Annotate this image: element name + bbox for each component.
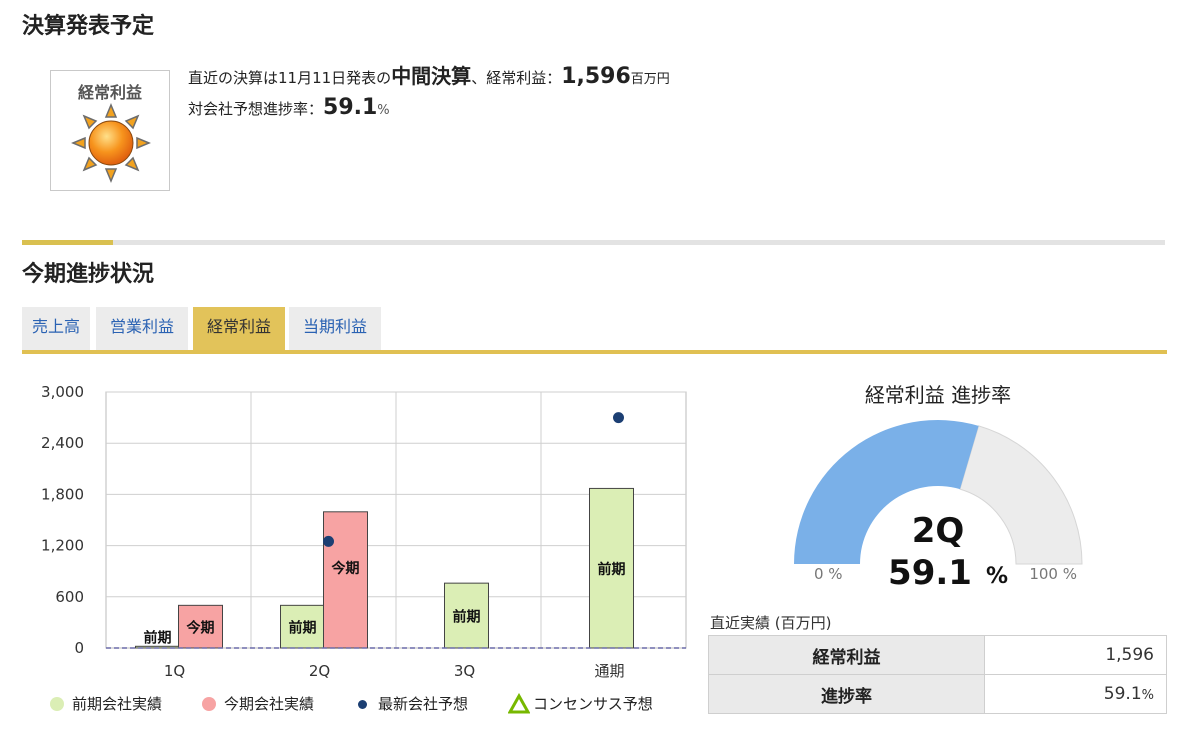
- summary-mid: 、経常利益：: [471, 69, 562, 87]
- summary-prefix: 直近の決算は11月11日発表の: [188, 69, 392, 87]
- gauge-max-label: 100 %: [1029, 565, 1077, 583]
- recent-results-table: 経常利益 1,596 進捗率 59.1%: [708, 635, 1167, 714]
- ordinary-profit-unit: 百万円: [630, 72, 670, 87]
- value-text: 59.1: [1103, 684, 1142, 704]
- forecast-point-通期: [613, 412, 624, 424]
- gauge-quarter: 2Q: [912, 511, 965, 551]
- tab-net-profit[interactable]: 当期利益: [289, 307, 381, 350]
- section-title-progress: 今期進捗状況: [22, 262, 155, 287]
- bar-label-prev: 前期: [598, 561, 626, 578]
- y-tick-label: 600: [55, 588, 84, 606]
- bar-label-curr: 今期: [331, 560, 360, 577]
- section-divider: [22, 240, 1165, 245]
- progress-prefix: 対会社予想進捗率：: [188, 100, 324, 118]
- row-label-ordinary-profit: 経常利益: [708, 635, 985, 675]
- row-value-progress: 59.1%: [984, 674, 1167, 714]
- row-label-progress: 進捗率: [708, 674, 985, 714]
- legend-swatch-curr: [202, 697, 216, 711]
- gauge-value: 59.1: [888, 553, 972, 593]
- bar-label-prev: 前期: [144, 629, 172, 646]
- progress-value: 59.1: [323, 95, 378, 120]
- x-tick-label: 2Q: [309, 662, 330, 680]
- sun-weather-icon: [71, 103, 151, 183]
- legend-swatch-forecast: [358, 700, 367, 709]
- earnings-badge: 経常利益: [50, 70, 170, 191]
- y-tick-label: 1,800: [41, 485, 84, 503]
- legend-label-prev: 前期会社実績: [72, 695, 163, 713]
- legend-label-curr: 今期会社実績: [224, 695, 315, 713]
- bar-label-curr: 今期: [186, 620, 215, 637]
- row-value-ordinary-profit: 1,596: [984, 635, 1167, 675]
- progress-unit: %: [377, 103, 390, 118]
- y-tick-label: 2,400: [41, 434, 84, 452]
- legend-swatch-prev: [50, 697, 64, 711]
- earnings-type: 中間決算: [391, 64, 472, 88]
- table-row: 進捗率 59.1%: [708, 674, 1167, 714]
- bar-label-prev: 前期: [289, 620, 317, 637]
- legend-label-consensus: コンセンサス予想: [533, 695, 653, 713]
- tab-operating-profit[interactable]: 営業利益: [96, 307, 188, 350]
- recent-results-title: 直近実績 (百万円): [710, 614, 832, 632]
- tab-sales[interactable]: 売上高: [22, 307, 90, 350]
- gauge-title: 経常利益 進捗率: [865, 383, 1011, 407]
- gauge-track: [959, 425, 1083, 565]
- latest-earnings-summary: 直近の決算は11月11日発表の中間決算、経常利益：1,596百万円: [188, 60, 670, 89]
- badge-label: 経常利益: [77, 83, 142, 102]
- triangle-icon: [508, 693, 530, 714]
- y-tick-label: 3,000: [41, 383, 84, 401]
- unit-text: %: [1141, 688, 1154, 703]
- x-tick-label: 通期: [594, 662, 624, 680]
- gauge-min-label: 0 %: [814, 565, 843, 583]
- x-tick-label: 1Q: [164, 662, 185, 680]
- bar-curr-2Q: [323, 511, 368, 649]
- section-title-earnings-schedule: 決算発表予定: [22, 14, 155, 39]
- forecast-point-2Q: [323, 535, 334, 547]
- ordinary-profit-value: 1,596: [561, 64, 631, 89]
- x-tick-label: 3Q: [454, 662, 475, 680]
- gauge-unit: %: [986, 564, 1008, 589]
- progress-bar-chart: 06001,2001,8002,4003,000前期今期1Q前期今期2Q前期3Q…: [41, 383, 687, 680]
- section-divider-accent: [22, 240, 113, 245]
- y-tick-label: 0: [74, 639, 84, 657]
- tab-ordinary-profit[interactable]: 経常利益: [193, 307, 285, 350]
- progress-summary: 対会社予想進捗率：59.1%: [188, 95, 390, 120]
- bar-label-prev: 前期: [453, 609, 481, 626]
- table-row: 経常利益 1,596: [708, 635, 1167, 675]
- value-text: 1,596: [1105, 645, 1154, 665]
- tab-underline: [22, 350, 1167, 354]
- legend-label-forecast: 最新会社予想: [378, 695, 469, 713]
- progress-gauge: 経常利益 進捗率 2Q59.1 % 0 % 100 %: [794, 383, 1083, 593]
- y-tick-label: 1,200: [41, 537, 84, 555]
